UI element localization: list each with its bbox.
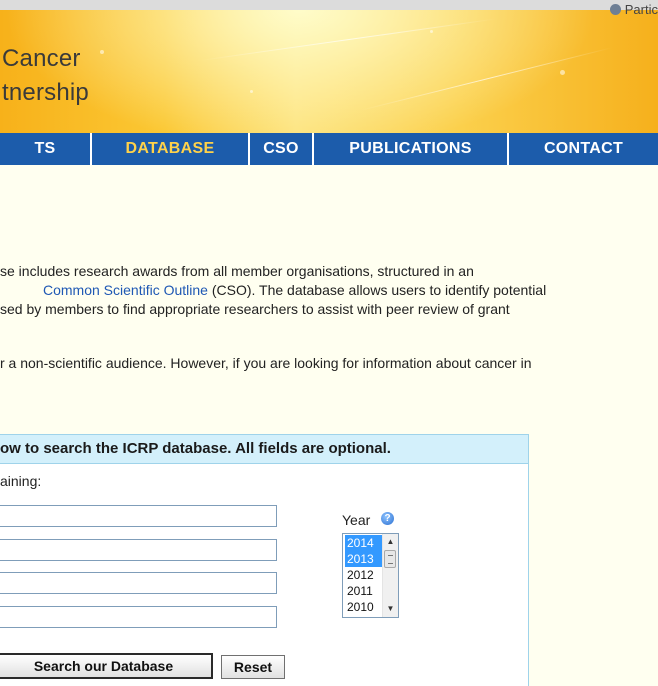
site-brand[interactable]: Cancer tnership — [2, 42, 89, 110]
help-icon[interactable]: ? — [381, 512, 394, 525]
year-scrollbar[interactable]: ▲ ▼ — [382, 534, 398, 617]
scroll-up-icon[interactable]: ▲ — [383, 535, 398, 549]
decor-streak — [359, 47, 613, 111]
keyword-field-3[interactable] — [0, 572, 277, 594]
year-option[interactable]: 2013 — [345, 551, 383, 567]
year-label: Year — [342, 512, 371, 528]
nav-item-publications[interactable]: PUBLICATIONS — [314, 133, 509, 165]
main-nav: TS DATABASE CSO PUBLICATIONS CONTACT — [0, 133, 658, 165]
partner-link-label: Partic — [624, 2, 658, 17]
decor-spark — [250, 90, 253, 93]
year-option[interactable]: 2014 — [345, 535, 383, 551]
decor-streak — [199, 18, 498, 61]
partner-link[interactable]: Partic — [609, 2, 658, 17]
nav-item-cso[interactable]: CSO — [250, 133, 314, 165]
intro-line-1: se includes research awards from all mem… — [0, 263, 474, 279]
year-listbox[interactable]: 2014 2013 2012 2011 2010 ▲ ▼ — [342, 533, 399, 618]
decor-spark — [100, 50, 104, 54]
intro-line-2: Common Scientific Outline (CSO). The dat… — [43, 281, 546, 300]
nav-item-events[interactable]: TS — [0, 133, 92, 165]
year-option[interactable]: 2010 — [345, 599, 383, 615]
keyword-field-4[interactable] — [0, 606, 277, 628]
brand-line-1: Cancer — [2, 45, 81, 72]
decor-spark — [430, 30, 433, 33]
decor-spark — [560, 70, 565, 75]
keyword-field-1[interactable] — [0, 505, 277, 527]
search-database-button[interactable]: Search our Database — [0, 653, 213, 679]
scroll-down-icon[interactable]: ▼ — [383, 602, 398, 616]
search-panel-subheading: aining: — [0, 473, 42, 489]
intro-line-2-text: (CSO). The database allows users to iden… — [207, 282, 547, 298]
intro-line-4: r a non-scientific audience. However, if… — [0, 355, 532, 371]
nav-item-contact[interactable]: CONTACT — [509, 133, 658, 165]
year-option[interactable]: 2012 — [345, 567, 383, 583]
top-strip — [0, 0, 658, 10]
keyword-field-2[interactable] — [0, 539, 277, 561]
search-panel: ow to search the ICRP database. All fiel… — [0, 434, 529, 686]
year-option[interactable]: 2011 — [345, 583, 383, 599]
header-banner: Partic Cancer tnership — [0, 0, 658, 133]
globe-icon — [609, 4, 621, 15]
cso-link[interactable]: Common Scientific Outline — [43, 282, 208, 298]
scroll-thumb[interactable] — [384, 550, 396, 568]
intro-line-3: sed by members to find appropriate resea… — [0, 301, 510, 317]
brand-line-2: tnership — [2, 79, 89, 106]
search-panel-heading: ow to search the ICRP database. All fiel… — [0, 434, 528, 464]
nav-item-database[interactable]: DATABASE — [92, 133, 250, 165]
reset-button[interactable]: Reset — [221, 655, 285, 679]
